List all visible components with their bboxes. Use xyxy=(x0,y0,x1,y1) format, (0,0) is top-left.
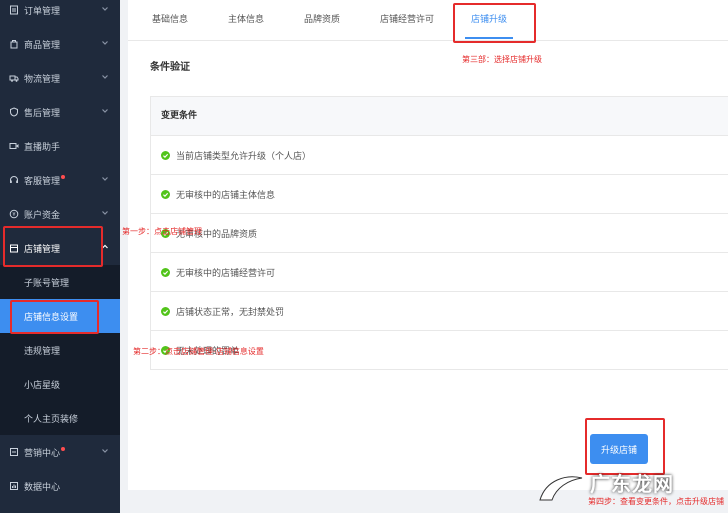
chevron-down-icon xyxy=(102,211,108,215)
condition-text: 店铺状态正常，无封禁处罚 xyxy=(176,307,285,318)
sub-item-subaccount[interactable]: 子账号管理 xyxy=(0,265,120,299)
shield-icon xyxy=(8,106,20,118)
sub-item-star-level[interactable]: 小店星级 xyxy=(0,367,120,401)
conditions-header: 变更条件 xyxy=(151,97,728,136)
condition-row: 店铺状态正常，无封禁处罚 xyxy=(151,292,728,331)
condition-row: 当前店铺类型允许升级（个人店） xyxy=(151,136,728,175)
chevron-down-icon xyxy=(102,177,108,181)
data-icon xyxy=(8,480,20,492)
sidebar-item-label: 商品管理 xyxy=(24,40,61,51)
coin-icon: ¥ xyxy=(8,208,20,220)
video-icon xyxy=(8,140,20,152)
annotation-box-store-menu xyxy=(3,226,103,267)
sidebar-item-label: 营销中心 xyxy=(24,448,61,459)
check-circle-icon xyxy=(161,150,170,160)
tab-basic-info[interactable]: 基础信息 xyxy=(142,0,198,40)
annotation-step1: 第一步：点击店铺管理 xyxy=(122,227,202,236)
sidebar-item-label: 数据中心 xyxy=(24,482,61,493)
tab-business-license[interactable]: 店铺经营许可 xyxy=(370,0,444,40)
store-submenu: 子账号管理 店铺信息设置 违规管理 小店星级 个人主页装修 xyxy=(0,265,120,435)
notification-dot xyxy=(61,447,66,451)
annotation-step4: 第四步：查看变更条件，点击升级店铺 xyxy=(588,497,724,506)
sidebar-item-live[interactable]: 直播助手 xyxy=(0,129,120,163)
sidebar-item-goods[interactable]: 商品管理 xyxy=(0,27,120,61)
headset-icon xyxy=(8,174,20,186)
chevron-down-icon xyxy=(102,75,108,79)
main-panel: 基础信息 主体信息 品牌资质 店铺经营许可 店铺升级 条件验证 变更条件 当前店… xyxy=(128,0,728,490)
chevron-down-icon xyxy=(102,41,108,45)
tab-entity-info[interactable]: 主体信息 xyxy=(218,0,274,40)
sidebar-item-data[interactable]: 数据中心 xyxy=(0,469,120,503)
condition-text: 无审核中的店铺主体信息 xyxy=(176,190,276,201)
sidebar-item-label: 订单管理 xyxy=(24,6,61,17)
sidebar-item-label: 直播助手 xyxy=(24,142,61,153)
condition-text: 无审核中的店铺经营许可 xyxy=(176,268,276,279)
sub-item-violations[interactable]: 违规管理 xyxy=(0,333,120,367)
goods-icon xyxy=(8,38,20,50)
condition-row: 无审核中的品牌资质 xyxy=(151,214,728,253)
sub-item-label: 个人主页装修 xyxy=(24,414,79,425)
tab-bar: 基础信息 主体信息 品牌资质 店铺经营许可 店铺升级 xyxy=(128,0,728,41)
check-circle-icon xyxy=(161,189,170,199)
order-icon xyxy=(8,4,20,16)
chevron-down-icon xyxy=(102,7,108,11)
sidebar-item-label: 售后管理 xyxy=(24,108,61,119)
section-title: 条件验证 xyxy=(150,62,190,73)
sub-item-label: 违规管理 xyxy=(24,346,61,357)
annotation-box-upgrade-button xyxy=(585,418,665,475)
chevron-down-icon xyxy=(102,449,108,453)
condition-row: 无审核中的店铺经营许可 xyxy=(151,253,728,292)
check-circle-icon xyxy=(161,267,170,277)
sub-item-label: 子账号管理 xyxy=(24,278,70,289)
sub-item-homepage-decor[interactable]: 个人主页装修 xyxy=(0,401,120,435)
check-circle-icon xyxy=(161,306,170,316)
notification-dot xyxy=(61,175,66,179)
marketing-icon xyxy=(8,446,20,458)
sidebar-item-label: 账户资金 xyxy=(24,210,61,221)
annotation-box-upgrade-tab xyxy=(453,3,536,43)
svg-text:¥: ¥ xyxy=(12,212,15,218)
annotation-step3: 第三部：选择店铺升级 xyxy=(462,55,542,64)
sidebar-item-label: 物流管理 xyxy=(24,74,61,85)
sidebar-item-label: 客服管理 xyxy=(24,176,61,187)
annotation-step2: 第二步：点击店铺管理-店铺信息设置 xyxy=(133,347,264,356)
annotation-box-store-info xyxy=(10,300,99,334)
sidebar-item-marketing[interactable]: 营销中心 xyxy=(0,435,120,469)
condition-row: 无审核中的店铺主体信息 xyxy=(151,175,728,214)
sub-item-label: 小店星级 xyxy=(24,380,61,391)
sidebar-item-aftersale[interactable]: 售后管理 xyxy=(0,95,120,129)
truck-icon xyxy=(8,72,20,84)
sidebar-item-logistics[interactable]: 物流管理 xyxy=(0,61,120,95)
tab-brand-qualification[interactable]: 品牌资质 xyxy=(294,0,350,40)
chevron-down-icon xyxy=(102,109,108,113)
watermark-logo-icon xyxy=(539,476,583,501)
watermark-text: 广东龙网 xyxy=(590,472,674,496)
condition-text: 当前店铺类型允许升级（个人店） xyxy=(176,151,312,162)
sidebar-item-orders[interactable]: 订单管理 xyxy=(0,0,120,27)
sidebar-item-service[interactable]: 客服管理 xyxy=(0,163,120,197)
conditions-table: 变更条件 当前店铺类型允许升级（个人店） 无审核中的店铺主体信息 无审核中的品牌… xyxy=(150,96,728,370)
